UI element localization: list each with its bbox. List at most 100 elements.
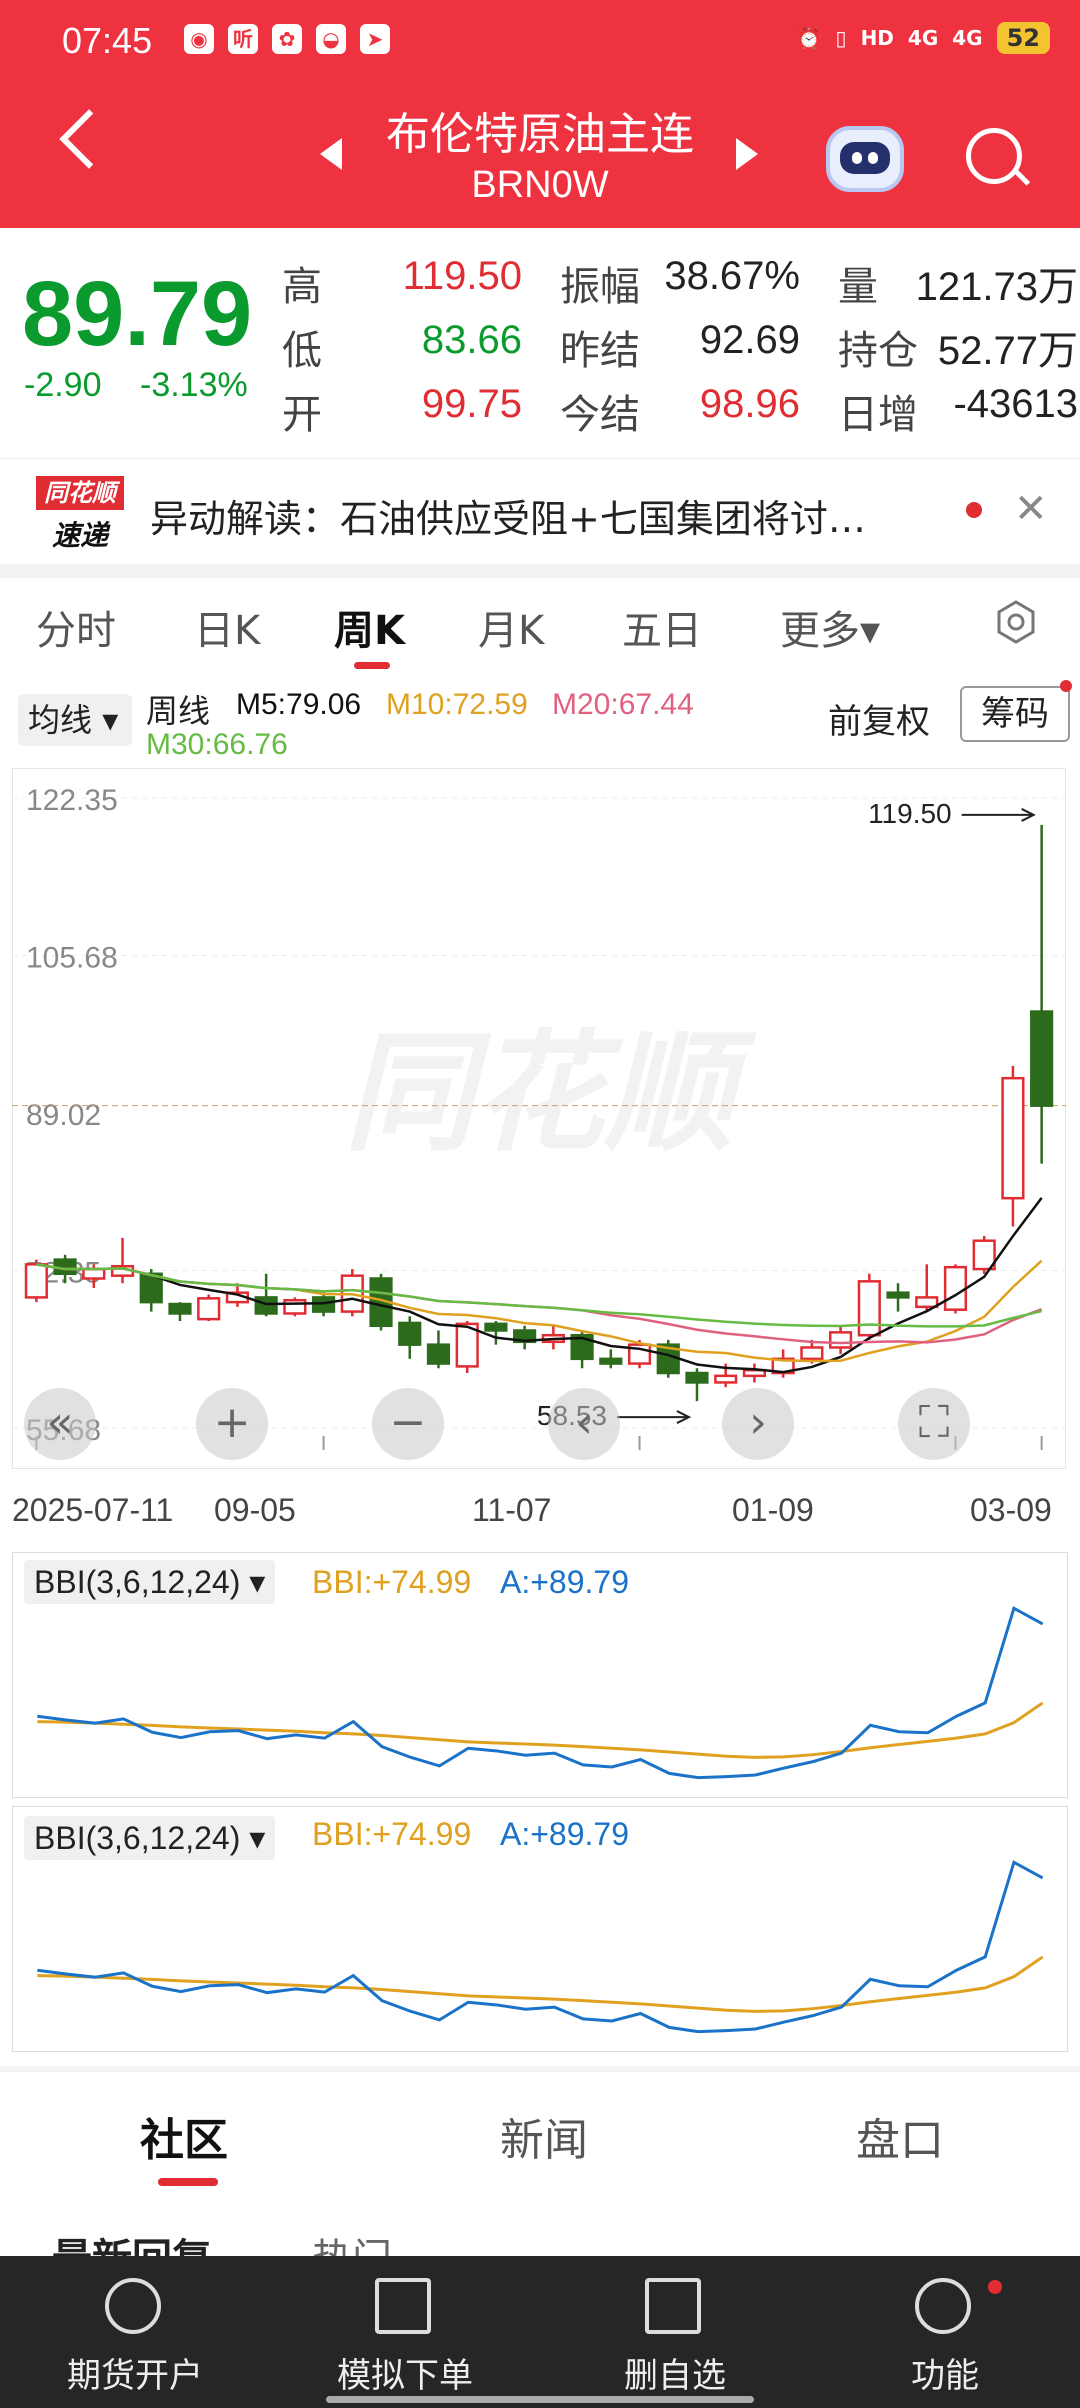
scroll-right-button[interactable]: › [722,1388,794,1460]
candle-body [915,1296,939,1309]
quote-value: 38.67% [664,254,800,298]
tab-weekly-k[interactable]: 周K [334,598,405,656]
adjust-mode-toggle[interactable]: 前复权 [828,694,930,743]
quote-label: 低 [282,328,322,374]
quote-value: -43613 [953,382,1078,426]
quote-label: 振幅 [560,264,640,310]
indicator-dropdown[interactable]: BBI(3,6,12,24) ▾ [24,1560,276,1604]
tab-orderbook[interactable]: 盘口 [856,2104,944,2168]
quote-label: 量 [838,264,878,310]
date-label: 01-09 [732,1492,814,1528]
close-icon[interactable]: ✕ [1014,486,1048,532]
battery-icon: 52 [996,22,1050,54]
divider [0,2066,1080,2072]
tab-daily-k[interactable]: 日K [194,598,260,656]
news-headline[interactable]: 异动解读：石油供应受阻+七国集团将讨… [150,488,940,543]
quote-label: 高 [282,264,322,310]
app-notification-icon: ➤ [360,24,390,54]
nav-remove-watchlist[interactable]: 删自选 [540,2256,810,2408]
unread-dot [966,502,982,518]
ma5-value: M5:79.06 [236,688,362,721]
ma10-value: M10:72.59 [386,688,528,721]
back-arrow-icon[interactable] [59,109,119,169]
candle-body [24,1263,48,1299]
bbi-value: BBI:+74.99 [312,1816,472,1852]
status-time: 07:45 [62,20,153,61]
app-notification-icon: ✿ [272,24,302,54]
a-value: A:+89.79 [500,1564,629,1600]
nav-open-account[interactable]: 期货开户 [0,2256,270,2408]
zoom-out-far-button[interactable]: « [24,1388,96,1460]
ma5-line [36,1197,1043,1374]
tab-news[interactable]: 新闻 [500,2104,588,2168]
price-change: -2.90 [24,366,102,404]
signal-icon: 4G [952,26,983,50]
tab-more[interactable]: 更多▾ [780,598,880,656]
candle-body [828,1331,853,1349]
home-indicator [326,2396,754,2403]
tab-five-day[interactable]: 五日 [622,598,702,656]
candle-body [857,1280,881,1337]
app-header: 07:45 ◉ 听 ✿ ◒ ➤ ⏰ ▯ HD 4G 4G 52 布伦特原油主连 … [0,0,1080,228]
y-tick-label: 105.68 [26,942,118,975]
quote-label: 昨结 [560,328,640,374]
account-icon [105,2278,161,2334]
candle-body [599,1357,623,1365]
globe-icon: ◉ [184,24,214,54]
date-label: 11-07 [472,1492,552,1528]
nav-simulated-order[interactable]: 模拟下单 [270,2256,540,2408]
a-line [37,1860,1044,2034]
y-tick-label: 89.02 [26,1099,101,1132]
candle-body [1030,1010,1054,1107]
signal-icon: 4G [907,26,939,50]
bbi-value: BBI:+74.99 [312,1564,472,1600]
quote-label: 今结 [560,392,640,438]
page-title: 布伦特原油主连 [386,109,694,160]
candle-body [886,1291,910,1299]
quote-value: 92.69 [699,318,800,362]
ma20-value: M20:67.44 [552,688,694,721]
candle-body [426,1343,451,1365]
vibrate-icon: ▯ [835,26,847,50]
search-icon[interactable] [966,128,1022,184]
candle-body [800,1346,824,1361]
ths-express-logo: 同花顺 速递 [36,476,124,552]
date-label: 03-09 [970,1492,1052,1528]
status-bar: 07:45 ◉ 听 ✿ ◒ ➤ ⏰ ▯ HD 4G 4G 52 [0,0,1080,86]
period-label: 周线 [146,693,211,729]
zoom-in-button[interactable]: + [196,1388,268,1460]
next-contract-icon[interactable] [736,138,758,170]
quote-label: 开 [282,392,322,438]
chip-distribution-button[interactable]: 筹码 [960,686,1070,742]
app-notification-icon: 听 [228,24,258,54]
date-label: 09-05 [214,1492,296,1528]
tab-community[interactable]: 社区 [140,2104,228,2168]
date-label: 2025-07-11 [12,1492,174,1528]
quote-value: 99.75 [421,382,522,426]
tab-monthly-k[interactable]: 月K [478,598,544,656]
candle-body [484,1322,508,1332]
divider [0,564,1080,578]
indicator-dropdown[interactable]: BBI(3,6,12,24) ▾ [24,1816,276,1860]
y-tick-label: 122.35 [26,784,118,817]
alarm-icon: ⏰ [796,26,822,50]
kline-chart[interactable]: 同花顺122.35105.6889.0272.3555.68119.5058.5… [12,768,1066,1470]
watermark: 同花顺 [344,1017,757,1169]
fullscreen-button[interactable]: ⛶ [898,1388,970,1460]
candle-body [943,1265,968,1311]
active-tab-indicator [354,662,390,669]
quote-value: 98.96 [699,382,800,426]
quote-label: 持仓 [838,328,918,374]
bottom-nav: 期货开户 模拟下单 删自选 功能 [0,2256,1080,2408]
quote-value: 119.50 [402,254,522,298]
quote-value: 52.77万 [937,329,1078,373]
zoom-out-button[interactable]: − [372,1388,444,1460]
tab-intraday[interactable]: 分时 [36,598,116,656]
settings-icon[interactable] [994,600,1038,644]
scroll-left-button[interactable]: ‹ [548,1388,620,1460]
nav-functions[interactable]: 功能 [810,2256,1080,2408]
ma-dropdown[interactable]: 均线 ▾ [18,694,132,746]
notification-dot [988,2280,1002,2294]
candle-body [168,1302,192,1315]
robot-assistant-icon[interactable] [826,126,904,192]
